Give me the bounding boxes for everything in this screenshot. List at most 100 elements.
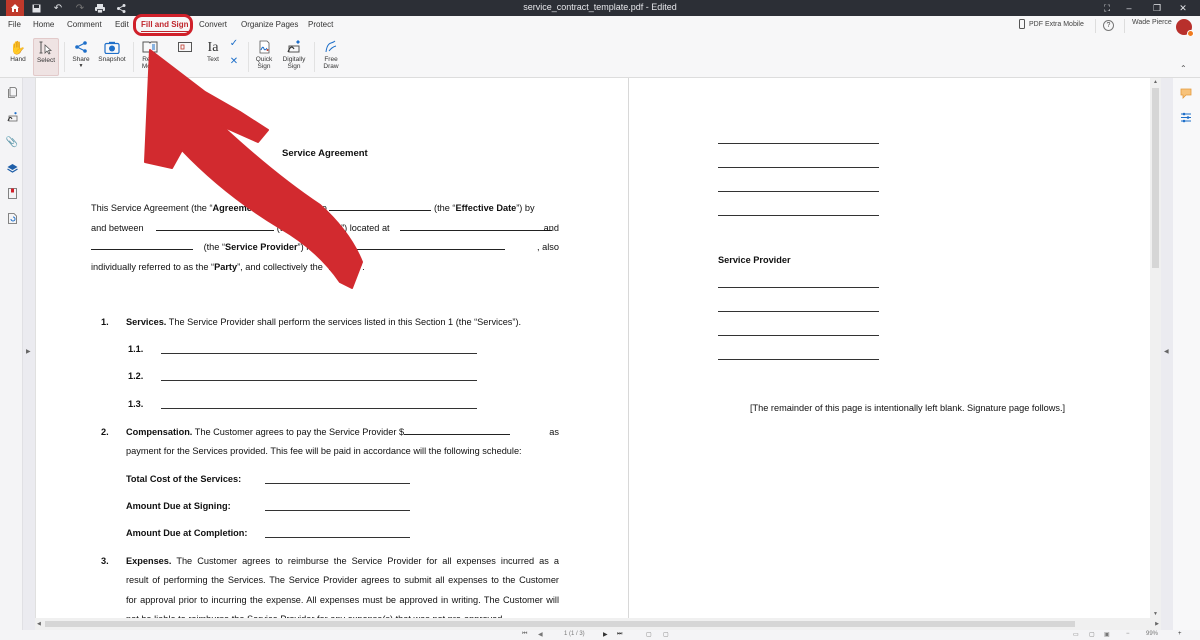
section-number: 1. xyxy=(101,317,109,327)
cross-icon: ✕ xyxy=(229,56,239,67)
two-page-view-button[interactable]: ▢ xyxy=(663,631,669,638)
horizontal-scrollbar[interactable]: ◀ ▶ xyxy=(35,618,1161,630)
sidebar-bookmarks[interactable] xyxy=(6,187,18,199)
close-button[interactable]: ✕ xyxy=(1172,0,1194,16)
chevron-up-icon: ⌃ xyxy=(1180,64,1187,73)
zoom-in-button[interactable]: + xyxy=(1178,631,1182,637)
menu-file[interactable]: File xyxy=(8,20,21,29)
signature-line[interactable] xyxy=(718,215,879,216)
fit-width-button[interactable]: ▭ xyxy=(1073,631,1079,638)
signature-line[interactable] xyxy=(718,167,879,168)
signature-line[interactable] xyxy=(718,287,879,288)
signature-line[interactable] xyxy=(718,359,879,360)
share-tool[interactable]: Share ▼ xyxy=(70,38,92,76)
free-draw-icon xyxy=(324,38,338,56)
intro-line-1: This Service Agreement (the “Agreement”)… xyxy=(91,203,535,213)
next-page-button[interactable]: ▶ xyxy=(603,631,608,638)
comments-panel-button[interactable] xyxy=(1180,86,1192,104)
ribbon-toolbar: ✋ Hand Select Share ▼ Snapshot Read Mode… xyxy=(0,36,1200,78)
menu-edit[interactable]: Edit xyxy=(115,20,129,29)
menu-protect[interactable]: Protect xyxy=(308,20,333,29)
digitally-sign-tool[interactable]: Digitally Sign xyxy=(280,38,308,76)
first-page-button[interactable]: ⏮ xyxy=(522,631,527,638)
fullscreen-button[interactable]: ⛶ xyxy=(1096,0,1118,16)
service-1-field[interactable] xyxy=(161,353,477,354)
menu-convert[interactable]: Convert xyxy=(199,20,227,29)
read-mode-icon xyxy=(142,38,158,56)
right-panel-toggle[interactable]: ◀ xyxy=(1161,78,1173,630)
sidebar-signatures[interactable] xyxy=(6,111,18,123)
customer-name-field[interactable] xyxy=(156,223,275,231)
effective-date-field[interactable] xyxy=(329,203,432,211)
page-indicator[interactable]: 1 (1 / 3) xyxy=(564,631,585,637)
scroll-up-icon[interactable]: ▲ xyxy=(1153,79,1158,85)
quick-sign-tool[interactable]: Quick Sign xyxy=(253,38,275,76)
single-page-view-button[interactable]: ▢ xyxy=(646,631,652,638)
snapshot-tool[interactable]: Snapshot xyxy=(96,38,128,76)
select-cursor-icon xyxy=(39,39,53,57)
page-divider xyxy=(628,78,629,618)
scroll-down-icon[interactable]: ▼ xyxy=(1153,611,1158,617)
free-draw-tool[interactable]: Free Draw xyxy=(320,38,342,76)
menu-organize-pages[interactable]: Organize Pages xyxy=(241,20,298,29)
signature-line[interactable] xyxy=(718,311,879,312)
sidebar-attachments[interactable]: 📎 xyxy=(6,136,18,148)
section-expenses: Expenses. The Customer agrees to reimbur… xyxy=(126,556,559,566)
left-panel-toggle[interactable]: ▶ xyxy=(23,78,35,630)
divider xyxy=(248,42,249,72)
hand-tool[interactable]: ✋ Hand xyxy=(6,38,30,76)
help-button[interactable]: ? xyxy=(1103,20,1114,31)
signature-line[interactable] xyxy=(718,143,879,144)
total-cost-field[interactable] xyxy=(265,483,410,484)
form-field-icon xyxy=(178,38,192,56)
provider-address-field[interactable] xyxy=(356,242,505,250)
intro-line-2: and between (the “Customer”) located at … xyxy=(91,223,559,233)
sidebar-document[interactable] xyxy=(6,212,18,224)
zoom-out-button[interactable]: − xyxy=(1126,631,1130,637)
customer-address-field[interactable] xyxy=(400,223,553,231)
zoom-level[interactable]: 99% xyxy=(1146,631,1158,637)
scroll-right-icon[interactable]: ▶ xyxy=(1155,621,1159,627)
select-tool[interactable]: Select xyxy=(33,38,59,76)
user-name[interactable]: Wade Pierce xyxy=(1132,19,1172,26)
properties-icon xyxy=(1181,112,1191,123)
check-icon: ✓ xyxy=(229,38,239,49)
annotation-highlight-circle xyxy=(133,14,193,36)
read-mode-tool[interactable]: Read Mode xyxy=(138,38,162,76)
scrollbar-thumb[interactable] xyxy=(1152,88,1159,268)
last-page-button[interactable]: ⏭ xyxy=(617,631,622,638)
signature-line[interactable] xyxy=(718,335,879,336)
subsection-label: 1.1. xyxy=(128,344,144,354)
service-2-field[interactable] xyxy=(161,380,477,381)
provider-name-field[interactable] xyxy=(91,242,193,250)
sidebar-layers[interactable] xyxy=(6,162,18,174)
layers-icon xyxy=(6,164,18,173)
intro-line-3: (the “Service Provider”) located at , al… xyxy=(91,242,559,252)
sidebar-pages[interactable] xyxy=(6,86,18,98)
collapse-ribbon-button[interactable]: ⌃ xyxy=(1180,64,1187,73)
menu-comment[interactable]: Comment xyxy=(67,20,102,29)
service-3-field[interactable] xyxy=(161,408,477,409)
field-label: Amount Due at Completion: xyxy=(126,528,248,538)
document-icon xyxy=(7,212,17,224)
menu-home[interactable]: Home xyxy=(33,20,54,29)
pdf-extra-mobile-button[interactable]: PDF Extra Mobile xyxy=(1019,19,1084,29)
form-field-tool[interactable] xyxy=(174,38,196,76)
document-viewport[interactable]: Service Agreement This Service Agreement… xyxy=(35,78,1150,618)
fee-amount-field[interactable] xyxy=(404,427,511,435)
minimize-button[interactable]: – xyxy=(1118,0,1140,16)
properties-panel-button[interactable] xyxy=(1180,110,1192,128)
scroll-left-icon[interactable]: ◀ xyxy=(37,621,41,627)
scrollbar-thumb[interactable] xyxy=(45,621,1075,627)
amount-due-completion-field[interactable] xyxy=(265,537,410,538)
text-tool[interactable]: Ia Text xyxy=(203,38,223,76)
avatar[interactable] xyxy=(1176,19,1194,37)
previous-page-button[interactable]: ◀ xyxy=(538,631,543,638)
minimize-icon: – xyxy=(1126,3,1132,13)
actual-size-button[interactable]: ▣ xyxy=(1104,631,1110,638)
restore-button[interactable]: ❐ xyxy=(1146,0,1168,16)
fit-page-button[interactable]: ▢ xyxy=(1089,631,1095,638)
amount-due-signing-field[interactable] xyxy=(265,510,410,511)
signature-line[interactable] xyxy=(718,191,879,192)
vertical-scrollbar[interactable]: ▲ ▼ xyxy=(1150,78,1161,618)
